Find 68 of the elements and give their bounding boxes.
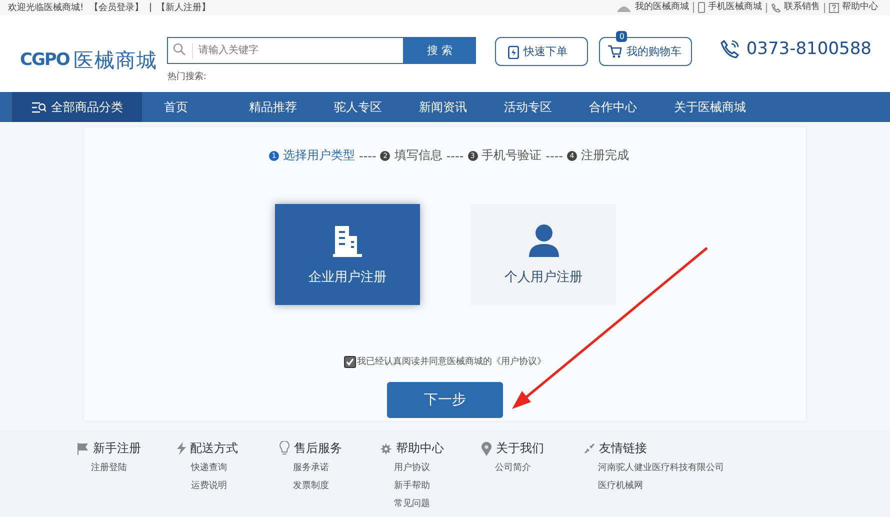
flag-icon [77,442,89,454]
hot-search-label: 热门搜索: [167,70,208,83]
bulb-icon [279,441,290,456]
logo-name[interactable]: 医械商城 [73,46,158,74]
gear-icon [380,442,392,454]
top-link[interactable]: 我的医械商城 [635,3,689,12]
search-button[interactable]: 搜 索 [403,37,476,64]
step-separator: ---- [546,148,563,162]
person-icon [528,224,560,258]
footer-link[interactable]: 服务承诺 [293,461,380,474]
phone-icon [771,2,781,12]
logo-mark[interactable]: CGPO [20,50,70,70]
search-icon [173,43,186,56]
clipboard-icon [508,44,520,58]
agreement-checkbox[interactable] [344,356,356,368]
footer-link[interactable]: 公司简介 [495,461,584,474]
step-label: 填写信息 [394,147,442,164]
footer-link[interactable]: 发票制度 [293,479,380,492]
footer-link[interactable]: 用户协议 [394,461,481,474]
map-pin-icon [481,442,492,456]
top-link[interactable]: 帮助中心 [842,3,878,12]
footer-link[interactable]: 快递查询 [191,461,279,474]
step-separator: ---- [446,148,464,162]
next-step-button[interactable]: 下一步 [387,382,503,418]
nav-link[interactable]: 精品推荐 [227,92,312,122]
cart-count-badge: 0 [616,31,628,42]
footer-heading: 帮助中心 [396,440,444,457]
nav-link[interactable]: 首页 [142,92,227,122]
bolt-icon [177,442,186,455]
agreement-text: 我已经认真阅读并同意医械商城的《用户协议》 [357,356,546,368]
cart-icon [608,45,622,58]
phone-icon [698,2,705,13]
top-link[interactable]: 【新人注册】 [156,1,211,14]
building-icon [330,224,364,258]
step-label: 选择用户类型 [283,147,355,164]
nav-link[interactable]: 合作中心 [567,92,652,122]
hotline-number: 0373-8100588 [746,39,872,59]
footer-link[interactable]: 医疗机械网 [598,479,724,492]
menu-icon [32,102,46,112]
step-separator: ---- [359,148,376,162]
footer-heading: 售后服务 [294,440,342,457]
footer-link[interactable]: 注册登陆 [91,461,177,474]
footer-link[interactable]: 河南驼人健业医疗科技有限公司 [598,461,724,474]
chain-link-icon [584,443,595,454]
footer-heading: 关于我们 [496,440,544,457]
footer-link[interactable]: 常见问题 [394,497,481,510]
quick-order-button[interactable]: 快速下单 [495,37,588,66]
phone-icon [720,39,740,59]
user-type-option[interactable]: 企业用户注册 [275,204,420,305]
step-label: 手机号验证 [482,147,542,164]
top-link[interactable]: 【会员登录】 [90,1,144,14]
category-menu-button[interactable]: 全部商品分类 [12,92,142,122]
footer-heading: 新手注册 [93,440,141,457]
search-field[interactable]: 请输入关键字 [167,37,404,64]
footer-heading: 友情链接 [599,440,647,457]
top-link[interactable]: 联系销售 [784,3,820,12]
welcome-text: 欢迎光临医械商城! [8,2,84,14]
nav-link[interactable]: 新闻资讯 [397,92,482,122]
footer-link[interactable]: 新手帮助 [394,479,481,492]
footer-heading: 配送方式 [190,440,238,457]
step-label: 注册完成 [580,147,629,164]
nav-link[interactable]: 驼人专区 [312,92,397,122]
footer-link[interactable]: 运费说明 [191,479,279,492]
top-link[interactable]: 手机医械商城 [708,3,762,12]
help-icon [829,2,839,12]
nav-link[interactable]: 活动专区 [482,92,567,122]
user-type-option[interactable]: 个人用户注册 [471,204,616,305]
nav-link[interactable]: 关于医械商城 [652,92,746,122]
